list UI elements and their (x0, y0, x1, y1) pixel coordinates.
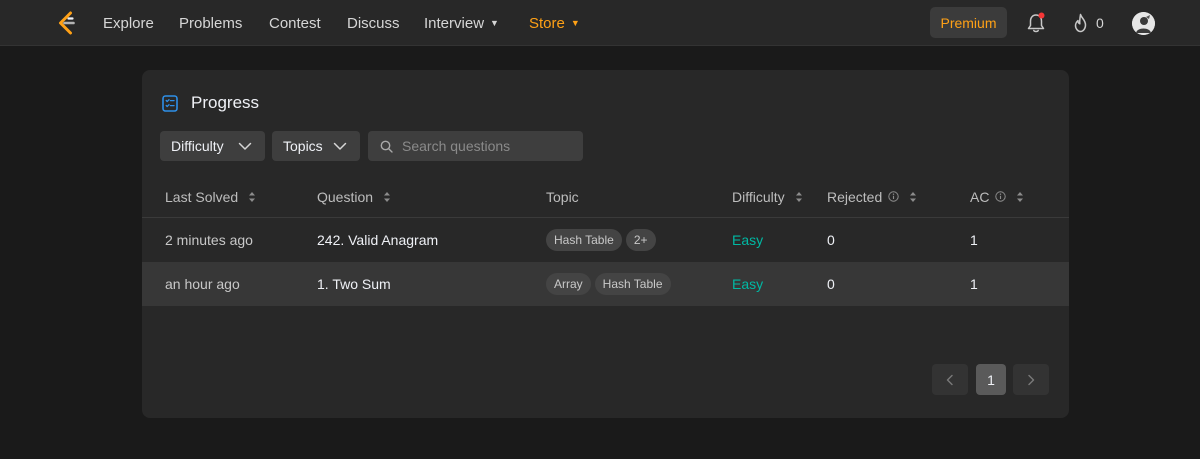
col-difficulty-label: Difficulty (732, 188, 785, 205)
last-solved-cell: 2 minutes ago (165, 232, 253, 248)
col-difficulty: Difficulty (732, 175, 803, 218)
difficulty-cell: Easy (732, 276, 764, 292)
question-link[interactable]: 242. Valid Anagram (317, 218, 438, 262)
col-topic: Topic (546, 175, 579, 218)
last-solved-cell: an hour ago (165, 276, 240, 292)
col-ac: AC (970, 175, 1024, 218)
nav-explore-label: Explore (103, 14, 154, 32)
prev-page-button[interactable] (932, 364, 968, 395)
col-question: Question (317, 175, 391, 218)
topic-cell: Array Hash Table (546, 262, 675, 306)
user-avatar[interactable] (1132, 12, 1155, 35)
sort-icon[interactable] (795, 191, 803, 203)
more-topics-tag[interactable]: 2+ (625, 229, 656, 251)
col-last-solved-label: Last Solved (165, 188, 239, 205)
col-rejected-label: Rejected (827, 188, 883, 205)
table-row[interactable]: 2 minutes ago 242. Valid Anagram Hash Ta… (142, 218, 1069, 262)
fire-icon (1074, 13, 1087, 33)
sort-icon[interactable] (1016, 191, 1024, 203)
chevron-left-icon (946, 374, 953, 385)
table-header: Last Solved Question Topic Difficulty Re… (142, 175, 1069, 218)
rejected-cell: 0 (827, 232, 835, 248)
nav-interview[interactable]: Interview ▼ (424, 0, 499, 46)
next-page-button[interactable] (1013, 364, 1049, 395)
nav-problems[interactable]: Problems (179, 0, 242, 46)
chevron-down-icon (238, 142, 252, 150)
sort-icon[interactable] (248, 191, 256, 203)
topic-tag[interactable]: Array (546, 273, 591, 295)
page-button-current[interactable]: 1 (976, 364, 1006, 395)
nav-discuss[interactable]: Discuss (347, 0, 400, 46)
avatar-image-icon (1132, 12, 1155, 35)
nav-interview-label: Interview (424, 14, 485, 32)
info-icon[interactable] (995, 191, 1007, 202)
topic-tag[interactable]: Hash Table (546, 229, 622, 251)
col-rejected: Rejected (827, 175, 917, 218)
page-title: Progress (191, 93, 260, 112)
topics-filter-label: Topics (283, 138, 323, 154)
progress-panel: Progress Difficulty Topics Last Solved Q… (142, 70, 1069, 418)
info-icon[interactable] (888, 191, 899, 202)
topics-filter-dropdown[interactable]: Topics (272, 131, 360, 161)
sort-icon[interactable] (383, 191, 391, 203)
table-row[interactable]: an hour ago 1. Two Sum Array Hash Table … (142, 262, 1069, 306)
caret-down-icon: ▼ (570, 18, 580, 28)
col-question-label: Question (317, 188, 374, 205)
caret-down-icon: ▼ (490, 18, 499, 28)
ac-cell: 1 (970, 276, 978, 292)
chevron-right-icon (1028, 374, 1035, 385)
col-topic-label: Topic (546, 188, 579, 205)
nav-contest[interactable]: Contest (269, 0, 321, 46)
nav-store[interactable]: Store ▼ (529, 0, 580, 46)
top-navbar: Explore Problems Contest Discuss Intervi… (0, 0, 1200, 46)
panel-header: Progress (162, 92, 259, 114)
nav-store-label: Store (529, 14, 565, 32)
leetcode-logo-icon[interactable] (56, 11, 78, 35)
streak-counter[interactable]: 0 (1072, 12, 1104, 34)
nav-problems-label: Problems (179, 14, 243, 32)
nav-contest-label: Contest (269, 14, 321, 32)
premium-button[interactable]: Premium (930, 7, 1007, 38)
search-box[interactable] (368, 131, 583, 161)
notification-bell-icon[interactable] (1026, 12, 1046, 34)
rejected-cell: 0 (827, 276, 835, 292)
sort-icon[interactable] (909, 191, 917, 203)
nav-explore[interactable]: Explore (103, 0, 154, 46)
col-last-solved: Last Solved (165, 175, 256, 218)
ac-cell: 1 (970, 232, 978, 248)
premium-label: Premium (940, 14, 997, 31)
nav-discuss-label: Discuss (347, 14, 400, 32)
topic-cell: Hash Table 2+ (546, 218, 660, 262)
difficulty-cell: Easy (732, 232, 764, 248)
progress-list-icon (162, 94, 178, 112)
page-number: 1 (987, 371, 995, 388)
difficulty-filter-label: Difficulty (171, 138, 224, 154)
topic-tag[interactable]: Hash Table (594, 273, 671, 295)
col-ac-label: AC (970, 188, 990, 205)
difficulty-filter-dropdown[interactable]: Difficulty (160, 131, 265, 161)
question-link[interactable]: 1. Two Sum (317, 262, 391, 306)
search-icon (380, 140, 393, 153)
streak-count: 0 (1096, 15, 1104, 31)
chevron-down-icon (333, 142, 347, 150)
search-input[interactable] (402, 131, 577, 161)
